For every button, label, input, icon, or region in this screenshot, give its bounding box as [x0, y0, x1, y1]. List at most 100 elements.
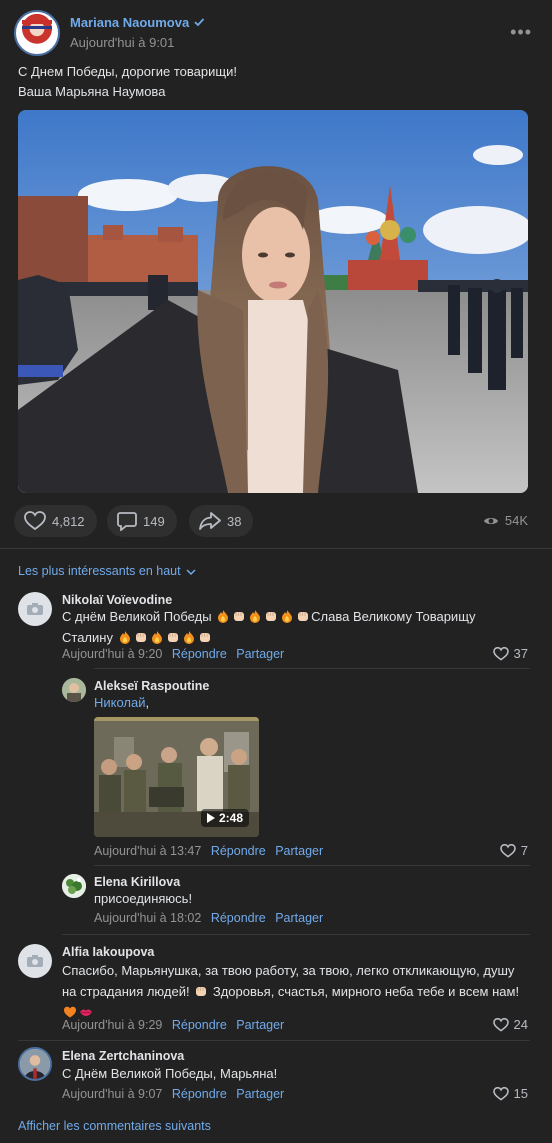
comment-meta: Aujourd'hui à 9:07 Répondre Partager: [62, 1087, 284, 1101]
kiss-lips-icon: [80, 1009, 92, 1016]
comment-text: С днём Великой Победы Слава Великому Тов…: [62, 606, 532, 648]
reply-button[interactable]: Répondre: [211, 911, 266, 925]
comment-text-part: С днём Великой Победы: [62, 609, 212, 624]
raised-fist-icon: [298, 612, 309, 621]
share-comment-button[interactable]: Partager: [275, 844, 323, 858]
raised-fist-icon: [196, 987, 207, 996]
post-text: С Днем Победы, дорогие товарищи! Ваша Ма…: [18, 62, 534, 102]
share-icon: [199, 512, 221, 530]
raised-fist-icon: [234, 612, 245, 621]
divider: [0, 548, 552, 549]
views: 54K: [483, 513, 528, 528]
duration-text: 2:48: [218, 811, 243, 825]
author-name[interactable]: Mariana Naoumova: [70, 15, 205, 30]
commenter-avatar[interactable]: [62, 678, 86, 702]
verified-icon: [194, 18, 205, 27]
show-more-comments-link[interactable]: Afficher les commentaires suivants: [18, 1119, 211, 1133]
post-time[interactable]: Aujourd'hui à 9:01: [70, 35, 174, 50]
commenter-avatar[interactable]: [62, 874, 86, 898]
avatar-photo: [20, 1049, 50, 1079]
comment-text-part: Слава Великому Товарищу: [311, 609, 476, 624]
comment-like-button[interactable]: 7: [499, 843, 528, 858]
comment-text-part: на страдания людей!: [62, 984, 190, 999]
comment-like-button[interactable]: 37: [492, 646, 528, 661]
fire-emoji-icon: [218, 610, 229, 623]
comment-sort-dropdown[interactable]: Les plus intéressants en haut: [18, 564, 196, 578]
camera-icon: [27, 955, 43, 967]
reply-button[interactable]: Répondre: [172, 1087, 227, 1101]
comment-time[interactable]: Aujourd'hui à 13:47: [94, 844, 201, 858]
comment-like-count: 15: [513, 1086, 528, 1101]
commenter-avatar[interactable]: [18, 1047, 52, 1081]
avatar-photo: [62, 678, 86, 702]
fire-emoji-icon: [151, 631, 162, 644]
heart-icon: [492, 646, 509, 661]
mention-link[interactable]: Николай: [94, 695, 146, 710]
post-photo[interactable]: [18, 110, 528, 493]
comment-like-count: 37: [513, 646, 528, 661]
play-icon: [206, 813, 215, 823]
post-text-line: С Днем Победы, дорогие товарищи!: [18, 64, 237, 79]
comment-time[interactable]: Aujourd'hui à 9:07: [62, 1087, 162, 1101]
comment-text-part: Спасибо, Марьянушка, за твою работу, за …: [62, 963, 515, 978]
share-comment-button[interactable]: Partager: [236, 647, 284, 661]
post-text-line: Ваша Марьяна Наумова: [18, 84, 166, 99]
comment-text: С Днём Великой Победы, Марьяна!: [62, 1066, 278, 1081]
comment-text: Спасибо, Марьянушка, за твою работу, за …: [62, 960, 540, 1023]
comment-meta: Aujourd'hui à 9:29 Répondre Partager: [62, 1018, 284, 1032]
reply-mention-line: Николай,: [94, 692, 149, 713]
more-options-icon[interactable]: •••: [510, 22, 532, 43]
commenter-avatar[interactable]: [18, 592, 52, 626]
comment-time[interactable]: Aujourd'hui à 9:20: [62, 647, 162, 661]
comment-time[interactable]: Aujourd'hui à 9:29: [62, 1018, 162, 1032]
reply-button[interactable]: Répondre: [172, 647, 227, 661]
comment-icon: [117, 512, 137, 531]
post-actions: 4,812 149 38 54K: [14, 505, 538, 537]
commenter-name[interactable]: Nikolaï Voïevodine: [62, 593, 172, 607]
heart-icon: [499, 843, 516, 858]
like-button[interactable]: 4,812: [14, 505, 97, 537]
share-comment-button[interactable]: Partager: [236, 1018, 284, 1032]
comment-text-part: Здоровья, счастья, мирного неба тебе и в…: [212, 984, 520, 999]
comment-text: присоединяюсь!: [94, 891, 193, 906]
comment-meta: Aujourd'hui à 13:47 Répondre Partager: [94, 844, 323, 858]
comment-meta: Aujourd'hui à 18:02 Répondre Partager: [94, 911, 323, 925]
camera-icon: [27, 603, 43, 615]
fire-emoji-icon: [250, 610, 261, 623]
commenter-name[interactable]: Elena Zertchaninova: [62, 1049, 184, 1063]
mention-suffix: ,: [145, 695, 150, 710]
fire-emoji-icon: [282, 610, 293, 623]
raised-fist-icon: [266, 612, 277, 621]
commenter-name[interactable]: Alfia Iakoupova: [62, 945, 154, 959]
sort-label: Les plus intéressants en haut: [18, 564, 181, 578]
heart-icon: [492, 1086, 509, 1101]
reply-button[interactable]: Répondre: [172, 1018, 227, 1032]
heart-icon: [492, 1017, 509, 1032]
view-count: 54K: [504, 513, 528, 528]
comment-time[interactable]: Aujourd'hui à 18:02: [94, 911, 201, 925]
reply-button[interactable]: Répondre: [211, 844, 266, 858]
raised-fist-icon: [167, 633, 178, 642]
comment-like-button[interactable]: 24: [492, 1017, 528, 1032]
share-button[interactable]: 38: [189, 505, 254, 537]
share-count: 38: [227, 513, 242, 529]
share-comment-button[interactable]: Partager: [236, 1087, 284, 1101]
commenter-name[interactable]: Elena Kirillova: [94, 875, 180, 889]
author-avatar[interactable]: [14, 10, 60, 56]
divider: [62, 934, 530, 935]
comment-meta: Aujourd'hui à 9:20 Répondre Partager: [62, 647, 284, 661]
comment-text-part: Сталину: [62, 630, 113, 645]
comment-button[interactable]: 149: [107, 505, 177, 537]
comment-like-count: 24: [513, 1017, 528, 1032]
fire-emoji-icon: [183, 631, 194, 644]
commenter-avatar[interactable]: [18, 944, 52, 978]
raised-fist-icon: [135, 633, 146, 642]
share-comment-button[interactable]: Partager: [275, 911, 323, 925]
commenter-name[interactable]: Alekseï Raspoutine: [94, 679, 209, 693]
raised-fist-icon: [199, 633, 210, 642]
video-attachment[interactable]: 2:48: [94, 717, 259, 837]
avatar-photo: [62, 874, 86, 898]
comment-like-button[interactable]: 15: [492, 1086, 528, 1101]
eye-icon: [483, 517, 498, 524]
orange-heart-icon: [64, 1006, 76, 1018]
